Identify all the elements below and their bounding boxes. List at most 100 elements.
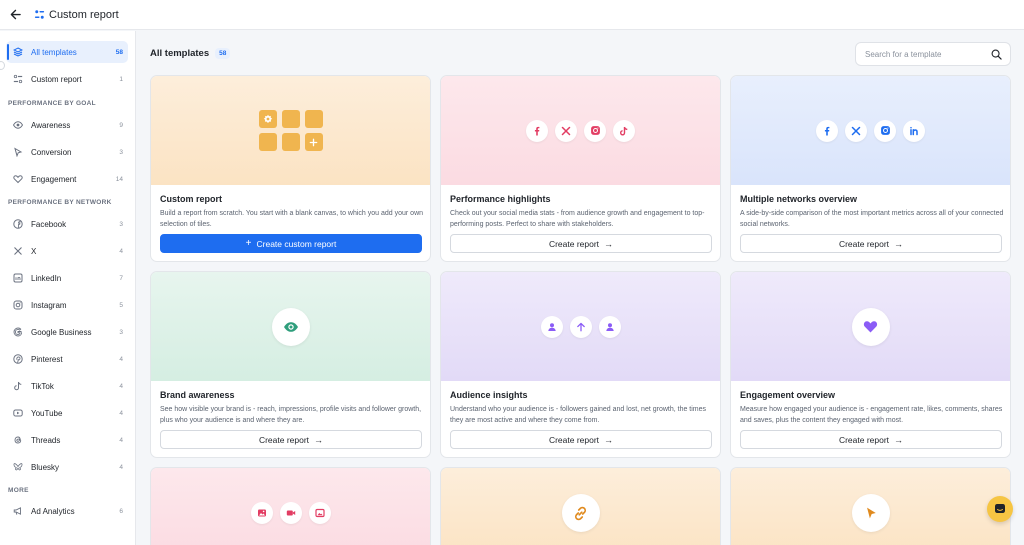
sidebar-item-threads[interactable]: Threads 4 <box>6 429 128 451</box>
pinterest-icon <box>12 354 23 365</box>
instagram-icon <box>584 119 606 142</box>
youtube-icon <box>12 408 23 419</box>
plus-icon <box>304 133 323 151</box>
sidebar-item-youtube[interactable]: YouTube 4 <box>6 402 128 424</box>
section-heading-more: MORE <box>8 487 29 494</box>
card-hero <box>731 76 1010 185</box>
create-report-button[interactable]: Create report → <box>740 430 1002 449</box>
sidebar-item-google-business[interactable]: Google Business 3 <box>6 321 128 343</box>
sidebar-item-label: Custom report <box>31 74 82 84</box>
card-description: Understand who your audience is - follow… <box>450 406 707 424</box>
sidebar-item-label: Google Business <box>31 327 92 337</box>
sidebar-item-x[interactable]: X 4 <box>6 240 128 262</box>
arrow-right-icon: → <box>894 434 904 445</box>
sidebar-item-facebook[interactable]: Facebook 3 <box>6 213 128 235</box>
card-title: Custom report <box>160 194 223 204</box>
tiles-illustration <box>258 110 323 151</box>
sidebar-item-count: 4 <box>119 247 123 255</box>
section-heading-network: PERFORMANCE BY NETWORK <box>8 199 112 206</box>
link-icon <box>561 494 600 532</box>
sidebar-item-label: All templates <box>31 47 77 57</box>
tile-placeholder <box>281 133 300 151</box>
tile-placeholder <box>304 110 323 128</box>
arrow-right-icon: → <box>604 238 614 249</box>
card-description: Build a report from scratch. You start w… <box>160 210 424 228</box>
sidebar-item-linkedin[interactable]: LinkedIn 7 <box>6 267 128 289</box>
card-hero <box>151 272 430 381</box>
cursor-icon <box>12 147 23 158</box>
card-title: Engagement overview <box>740 390 836 400</box>
sidebar-item-count: 4 <box>119 463 123 471</box>
x-icon <box>555 119 577 142</box>
photo-frame-icon <box>308 502 331 524</box>
arrow-up-icon <box>569 315 592 338</box>
google-icon <box>12 327 23 338</box>
sidebar-collapse-handle[interactable] <box>0 61 5 70</box>
sidebar-item-bluesky[interactable]: Bluesky 4 <box>6 456 128 478</box>
templates-heading: All templates 58 <box>150 48 231 59</box>
create-report-button[interactable]: Create report → <box>450 234 712 253</box>
sidebar-item-count: 6 <box>119 507 123 515</box>
linkedin-icon <box>903 119 925 142</box>
arrow-left-icon[interactable] <box>8 8 22 22</box>
sidebar-item-label: Pinterest <box>31 354 63 364</box>
template-card-multiple-networks[interactable]: Multiple networks overview A side-by-sid… <box>730 75 1011 262</box>
button-label: Create report <box>838 238 890 249</box>
card-title: Multiple networks overview <box>740 194 858 204</box>
template-card-brand-awareness[interactable]: Brand awareness See how visible your bra… <box>150 271 431 458</box>
top-bar: Custom report <box>0 0 1024 30</box>
card-title: Performance highlights <box>450 194 551 204</box>
template-card-engagement-overview[interactable]: Engagement overview Measure how engaged … <box>730 271 1011 458</box>
tiktok-icon <box>613 119 635 142</box>
heart-icon <box>851 307 890 346</box>
card-hero <box>151 76 430 185</box>
plus-icon: + <box>245 238 252 249</box>
template-card-performance-highlights[interactable]: Performance highlights Check out your so… <box>440 75 721 262</box>
eye-icon <box>12 120 23 131</box>
sidebar-item-awareness[interactable]: Awareness 9 <box>6 114 128 136</box>
chat-icon[interactable] <box>987 496 1013 522</box>
sidebar-item-label: Ad Analytics <box>31 506 75 516</box>
user-icon <box>540 315 563 338</box>
card-description: See how visible your brand is - reach, i… <box>160 406 422 424</box>
search-box[interactable] <box>855 42 1011 66</box>
template-card-custom-report[interactable]: Custom report Build a report from scratc… <box>150 75 431 262</box>
create-custom-report-button[interactable]: + Create custom report <box>160 234 422 253</box>
tile-placeholder <box>258 133 277 151</box>
video-icon <box>279 502 302 524</box>
search-input[interactable] <box>865 49 985 59</box>
create-report-button[interactable]: Create report → <box>740 234 1002 253</box>
sidebar-item-engagement[interactable]: Engagement 14 <box>6 168 128 190</box>
sidebar-item-count: 4 <box>119 382 123 390</box>
template-card-content[interactable] <box>150 467 431 545</box>
sidebar-item-label: Awareness <box>31 120 71 130</box>
template-card-conversion[interactable] <box>730 467 1011 545</box>
card-description: Measure how engaged your audience is - e… <box>740 406 1003 424</box>
megaphone-icon <box>12 506 23 517</box>
x-icon <box>12 246 23 257</box>
card-hero <box>441 76 720 185</box>
custom-report-icon <box>33 9 45 21</box>
sidebar-item-count: 1 <box>119 75 123 83</box>
section-heading-goal: PERFORMANCE BY GOAL <box>8 100 96 107</box>
tiktok-icon <box>12 381 23 392</box>
card-hero <box>151 468 430 545</box>
sidebar-item-conversion[interactable]: Conversion 3 <box>6 141 128 163</box>
sidebar-item-pinterest[interactable]: Pinterest 4 <box>6 348 128 370</box>
custom-report-icon <box>12 74 23 85</box>
search-icon[interactable] <box>991 49 1002 60</box>
sidebar-item-ad-analytics[interactable]: Ad Analytics 6 <box>6 500 128 522</box>
create-report-button[interactable]: Create report → <box>160 430 422 449</box>
sidebar-item-all-templates[interactable]: All templates 58 <box>6 41 128 63</box>
card-title: Audience insights <box>450 390 528 400</box>
sidebar-item-count: 3 <box>119 220 123 228</box>
template-card-links[interactable] <box>440 467 721 545</box>
template-card-audience-insights[interactable]: Audience insights Understand who your au… <box>440 271 721 458</box>
create-report-button[interactable]: Create report → <box>450 430 712 449</box>
sidebar-item-custom-report[interactable]: Custom report 1 <box>6 68 128 90</box>
sidebar-item-count: 3 <box>119 148 123 156</box>
sidebar-item-tiktok[interactable]: TikTok 4 <box>6 375 128 397</box>
sidebar-item-instagram[interactable]: Instagram 5 <box>6 294 128 316</box>
templates-count-badge: 58 <box>215 48 231 59</box>
sidebar-item-label: Instagram <box>31 300 67 310</box>
